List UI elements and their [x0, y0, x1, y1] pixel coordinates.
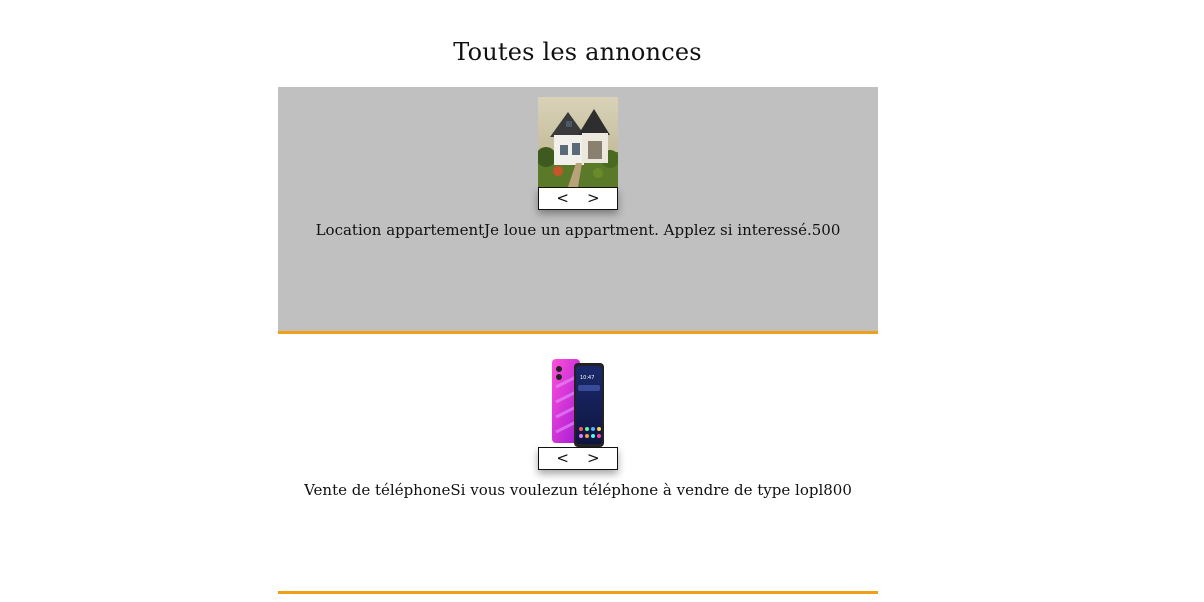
previous-image-button[interactable]: < — [556, 191, 569, 206]
svg-text:10:47: 10:47 — [580, 375, 594, 381]
phone-photo: 10:47 — [538, 357, 618, 447]
image-carousel: < > — [538, 97, 618, 210]
listing-card: 10:47 < > Vente de téléphoneSi vous voul… — [278, 347, 878, 594]
previous-image-button[interactable]: < — [556, 451, 569, 466]
image-carousel: 10:47 < > — [538, 357, 618, 470]
listing-card: < > Location appartementJe loue un appar… — [278, 87, 878, 334]
carousel-controls: < > — [538, 447, 618, 470]
next-image-button[interactable]: > — [587, 191, 600, 206]
listing-price: 500 — [811, 221, 841, 239]
house-photo — [538, 97, 618, 187]
next-image-button[interactable]: > — [587, 451, 600, 466]
carousel-controls: < > — [538, 187, 618, 210]
listing-title: Vente de téléphone — [304, 481, 451, 499]
page-title: Toutes les annonces — [453, 38, 702, 66]
listing-title: Location appartement — [315, 221, 485, 239]
listing-description: Si vous voulezun téléphone à vendre de t… — [450, 481, 824, 499]
listing-summary: Location appartementJe loue un appartmen… — [278, 221, 878, 239]
listing-description: Je loue un appartment. Applez si interes… — [484, 221, 812, 239]
listing-price: 800 — [823, 481, 852, 499]
listing-summary: Vente de téléphoneSi vous voulezun télép… — [278, 481, 878, 499]
